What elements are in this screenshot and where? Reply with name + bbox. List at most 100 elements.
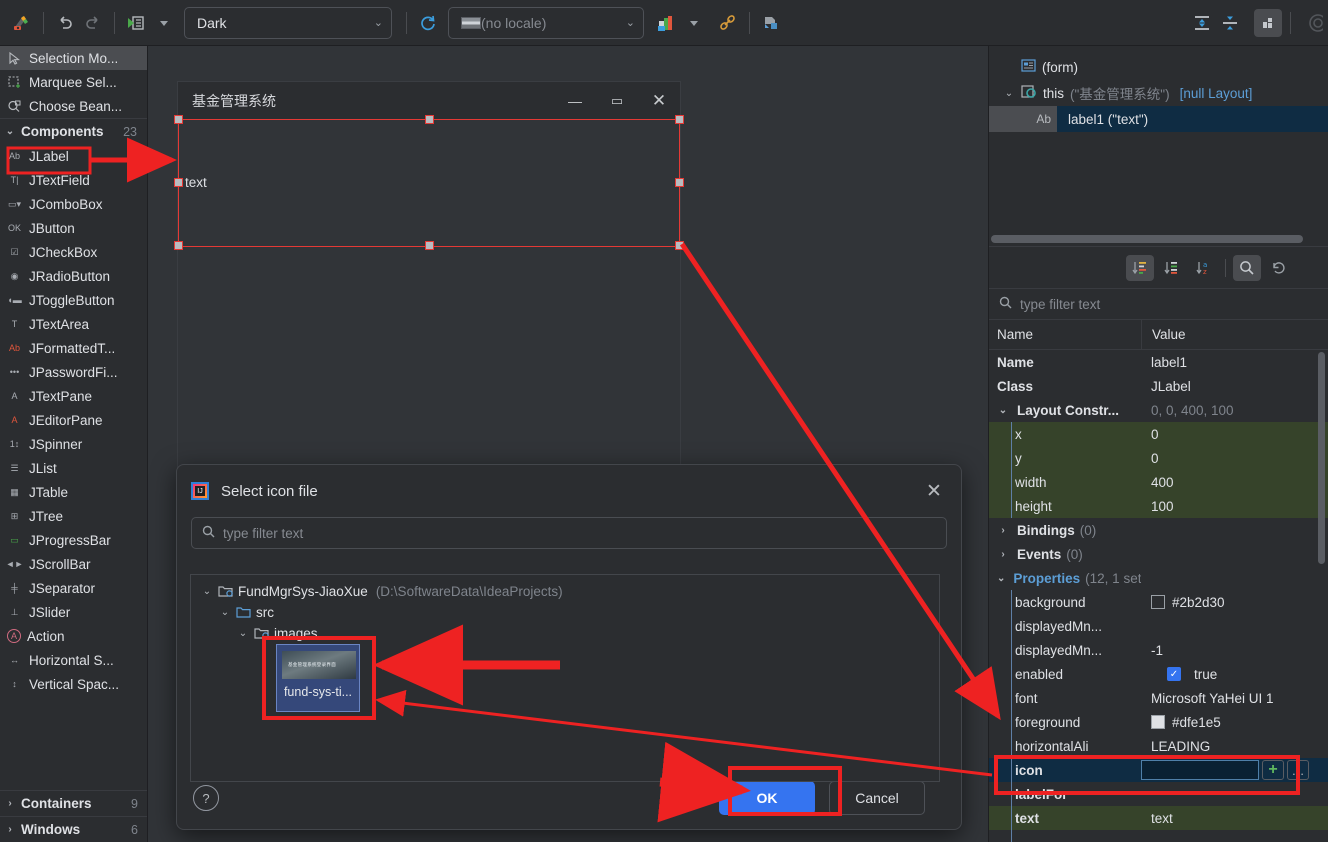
palette-item-jlabel[interactable]: Ab JLabel	[0, 144, 147, 168]
property-row-y[interactable]: y0	[989, 446, 1328, 470]
dialog-filter-input[interactable]: type filter text	[191, 517, 947, 549]
link-icon[interactable]	[714, 9, 742, 37]
bundle-dropdown-caret[interactable]	[680, 9, 708, 37]
group-properties-icon[interactable]	[1158, 255, 1186, 281]
palette-item-jradiobutton[interactable]: ◉ JRadioButton	[0, 264, 147, 288]
tree-row-src[interactable]: ⌄ src	[191, 602, 939, 623]
restore-default-icon[interactable]	[1265, 255, 1293, 281]
component-tree-row-1[interactable]: ⌄ this ("基金管理系统") [null Layout]	[989, 80, 1328, 106]
palette-item-jseparator[interactable]: ╪ JSeparator	[0, 576, 147, 600]
component-tree-hscrollbar[interactable]	[991, 235, 1303, 243]
color-swatch[interactable]	[1151, 595, 1165, 609]
property-row-displayedmn[interactable]: displayedMn...	[989, 614, 1328, 638]
property-value[interactable]: LEADING	[1141, 739, 1328, 754]
property-row-labelfor[interactable]: labelFor	[989, 782, 1328, 806]
component-tree-row-0[interactable]: (form)	[989, 54, 1328, 80]
palette-item-jcombobox[interactable]: ▭▾ JComboBox	[0, 192, 147, 216]
properties-table-body[interactable]: Name label1 Class JLabel ⌄ Layout Constr... 0,…	[989, 350, 1328, 842]
color-swatch[interactable]	[1151, 715, 1165, 729]
preview-dropdown-caret[interactable]	[150, 9, 178, 37]
property-row-displayedmn[interactable]: displayedMn... -1	[989, 638, 1328, 662]
icon-browse-button[interactable]: …	[1287, 760, 1309, 780]
preview-form-icon[interactable]	[122, 9, 150, 37]
distribute-horizontal-icon[interactable]	[1216, 9, 1244, 37]
resize-handle-ne[interactable]	[675, 115, 684, 124]
property-row-text[interactable]: text text	[989, 806, 1328, 830]
palette-item-horizontals[interactable]: ↔ Horizontal S...	[0, 648, 147, 672]
chevron-down-icon[interactable]: ⌄	[219, 607, 231, 618]
property-value[interactable]: 400	[1141, 475, 1328, 490]
palette-tool-0[interactable]: Selection Mo...	[0, 46, 147, 70]
palette-item-jtree[interactable]: ⊞ JTree	[0, 504, 147, 528]
property-row-horizontalali[interactable]: horizontalAli LEADING	[989, 734, 1328, 758]
palette-group-components[interactable]: ⌄ Components 23	[0, 118, 147, 144]
property-row-layoutconstr[interactable]: ⌄ Layout Constr... 0, 0, 400, 100	[989, 398, 1328, 422]
resize-handle-sw[interactable]	[174, 241, 183, 250]
property-row-bindings[interactable]: › Bindings (0)	[989, 518, 1328, 542]
help-question-icon[interactable]: ?	[193, 785, 219, 811]
property-value[interactable]: JLabel	[1141, 379, 1328, 394]
resize-handle-n[interactable]	[425, 115, 434, 124]
property-row-x[interactable]: x0	[989, 422, 1328, 446]
settings-gear-icon[interactable]	[1298, 9, 1326, 37]
property-value[interactable]: 0, 0, 400, 100	[1141, 403, 1328, 418]
palette-item-action[interactable]: A Action	[0, 624, 147, 648]
form-preview-window[interactable]: 基金管理系统 — ▭ ✕ text	[174, 81, 684, 503]
property-value[interactable]: label1	[1141, 355, 1328, 370]
property-row-background[interactable]: background #2b2d30	[989, 590, 1328, 614]
property-row-class[interactable]: Class JLabel	[989, 374, 1328, 398]
palette-group-components[interactable]: ⌄ Components 23	[0, 118, 147, 144]
palette-item-jslider[interactable]: ⊥ JSlider	[0, 600, 147, 624]
property-value[interactable]: #dfe1e5	[1141, 715, 1328, 730]
chevron-right-icon[interactable]: ›	[997, 549, 1009, 560]
palette-item-jpasswordfi[interactable]: ••• JPasswordFi...	[0, 360, 147, 384]
property-row-width[interactable]: width 400	[989, 470, 1328, 494]
palette-item-jeditorpane[interactable]: A JEditorPane	[0, 408, 147, 432]
palette-item-jformattedt[interactable]: Ab JFormattedT...	[0, 336, 147, 360]
palette-item-jlist[interactable]: ☰ JList	[0, 456, 147, 480]
data-binding-icon[interactable]	[757, 9, 785, 37]
chevron-down-icon[interactable]: ⌄	[997, 405, 1009, 416]
palette-group-containers[interactable]: › Containers 9	[0, 790, 147, 816]
enabled-checkbox[interactable]: ✓	[1167, 667, 1181, 681]
search-icon[interactable]	[1233, 254, 1261, 281]
grid-layout-icon[interactable]	[1254, 8, 1282, 37]
property-row-enabled[interactable]: enabled ✓ true	[989, 662, 1328, 686]
property-row-icon[interactable]: icon +…	[989, 758, 1328, 782]
refresh-icon[interactable]	[414, 9, 442, 37]
icon-file-thumbnail[interactable]: 基金管理系统登录界面 fund-sys-ti...	[276, 644, 360, 712]
palette-item-jtogglebutton[interactable]: ◖▬ JToggleButton	[0, 288, 147, 312]
maximize-icon[interactable]: ▭	[596, 82, 638, 120]
palette-item-jcheckbox[interactable]: ☑ JCheckBox	[0, 240, 147, 264]
palette-item-jtextarea[interactable]: T JTextArea	[0, 312, 147, 336]
palette-item-jbutton[interactable]: OK JButton	[0, 216, 147, 240]
selected-jlabel[interactable]: text	[174, 115, 684, 250]
property-value[interactable]: 100	[1141, 499, 1328, 514]
component-tree-row-2[interactable]: Ab label1 ("text")	[989, 106, 1328, 132]
resource-bundle-icon[interactable]	[652, 9, 680, 37]
properties-filter-input[interactable]: type filter text	[989, 288, 1328, 320]
palette-item-jtable[interactable]: ▦ JTable	[0, 480, 147, 504]
cancel-button[interactable]: Cancel	[829, 781, 925, 815]
property-value[interactable]: +…	[1141, 760, 1328, 780]
theme-select[interactable]: Dark ⌄	[184, 6, 392, 39]
palette-item-verticalspac[interactable]: ↕ Vertical Spac...	[0, 672, 147, 696]
property-value[interactable]: ✓ true	[1141, 667, 1328, 682]
palette-group-windows[interactable]: › Windows 6	[0, 816, 147, 842]
form-body[interactable]: text	[174, 115, 684, 502]
chevron-down-icon[interactable]: ⌄	[201, 586, 213, 597]
resize-handle-s[interactable]	[425, 241, 434, 250]
property-row-name[interactable]: Name label1	[989, 350, 1328, 374]
sort-alphabetically-icon[interactable]: a z	[1190, 255, 1218, 281]
palette-tool-2[interactable]: Choose Bean...	[0, 94, 147, 118]
ok-button[interactable]: OK	[719, 781, 815, 815]
tree-row-images[interactable]: ⌄ images	[191, 623, 939, 644]
palette-item-jscrollbar[interactable]: ◄► JScrollBar	[0, 552, 147, 576]
dialog-close-icon[interactable]: ✕	[921, 478, 947, 504]
icon-value-input[interactable]	[1141, 760, 1259, 780]
tree-row-fundmgrsysjiaoxue[interactable]: ⌄ FundMgrSys-JiaoXue (D:\SoftwareData\Idea…	[191, 581, 939, 602]
property-value[interactable]: 0	[1141, 451, 1328, 466]
intellij-palette-icon[interactable]	[8, 9, 36, 37]
properties-vscrollbar[interactable]	[1318, 352, 1325, 564]
palette-item-jspinner[interactable]: 1↕ JSpinner	[0, 432, 147, 456]
